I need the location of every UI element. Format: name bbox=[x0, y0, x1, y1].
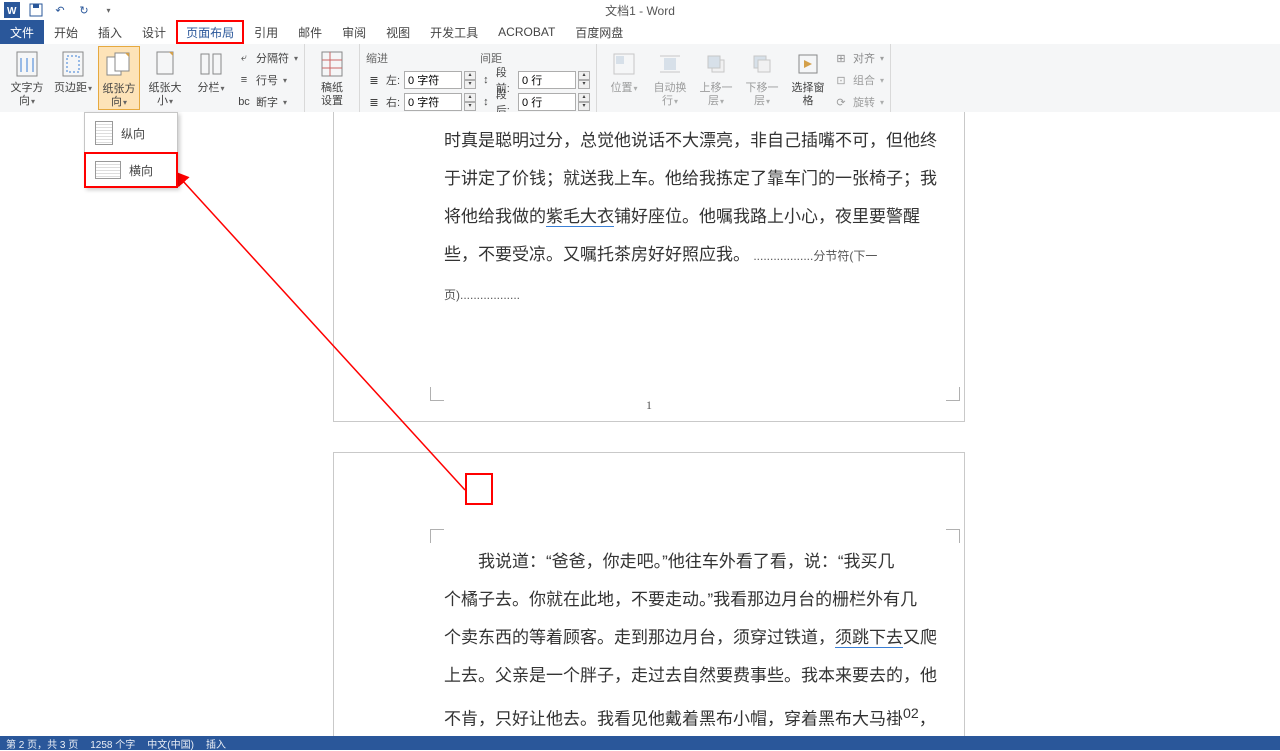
columns-icon bbox=[195, 48, 227, 80]
manuscript-label: 稿纸 设置 bbox=[321, 82, 343, 108]
ribbon-tabs: 文件 开始 插入 设计 页面布局 引用 邮件 审阅 视图 开发工具 ACROBA… bbox=[0, 20, 1280, 44]
svg-text:W: W bbox=[7, 6, 17, 17]
manuscript-button[interactable]: 稿纸 设置 bbox=[311, 46, 353, 108]
indent-header: 缩进 bbox=[366, 48, 476, 68]
group-button[interactable]: ⊡组合 bbox=[833, 70, 884, 90]
align-button[interactable]: ⊞对齐 bbox=[833, 48, 884, 68]
tab-page-layout[interactable]: 页面布局 bbox=[176, 20, 244, 44]
indent-left-icon: ≣ bbox=[366, 72, 382, 88]
save-icon[interactable] bbox=[28, 2, 44, 18]
landscape-icon bbox=[95, 161, 121, 179]
rotate-icon: ⟳ bbox=[833, 94, 849, 110]
selpane-icon bbox=[792, 48, 824, 80]
spin-down[interactable]: ▾ bbox=[578, 80, 590, 89]
tab-home[interactable]: 开始 bbox=[44, 20, 88, 44]
space-before-icon: ↕ bbox=[480, 72, 492, 88]
page-number: 1 bbox=[646, 398, 652, 413]
word-icon: W bbox=[4, 2, 20, 18]
columns-label: 分栏 bbox=[197, 82, 224, 95]
position-button[interactable]: 位置 bbox=[603, 46, 645, 95]
rotate-button[interactable]: ⟳旋转 bbox=[833, 92, 884, 112]
text-direction-label: 文字方向 bbox=[6, 82, 48, 108]
spin-down[interactable]: ▾ bbox=[464, 80, 476, 89]
page2-text[interactable]: 我说道：“爸爸，你走吧。”他往车外看了看，说：“我买几 个橘子去。你就在此地，不… bbox=[444, 543, 952, 736]
orientation-landscape[interactable]: 横向 bbox=[85, 153, 177, 187]
tab-view[interactable]: 视图 bbox=[376, 20, 420, 44]
position-icon bbox=[608, 48, 640, 80]
window-title: 文档1 - Word bbox=[605, 2, 675, 19]
size-button[interactable]: 纸张大小 bbox=[144, 46, 186, 108]
space-after-input[interactable] bbox=[518, 93, 576, 111]
bring-forward-button[interactable]: 上移一层 bbox=[695, 46, 737, 108]
redo-icon[interactable]: ↻ bbox=[76, 2, 92, 18]
tab-file[interactable]: 文件 bbox=[0, 20, 44, 44]
space-after-icon: ↕ bbox=[480, 94, 492, 110]
size-icon bbox=[149, 48, 181, 80]
size-label: 纸张大小 bbox=[144, 82, 186, 108]
manuscript-icon bbox=[316, 48, 348, 80]
status-mode[interactable]: 插入 bbox=[206, 736, 226, 751]
portrait-label: 纵向 bbox=[121, 125, 145, 142]
spin-up[interactable]: ▴ bbox=[464, 71, 476, 80]
indent-left-input[interactable] bbox=[404, 71, 462, 89]
tab-developer[interactable]: 开发工具 bbox=[420, 20, 488, 44]
landscape-label: 横向 bbox=[129, 162, 153, 179]
tab-mailings[interactable]: 邮件 bbox=[288, 20, 332, 44]
hyphenation-button[interactable]: bc断字 bbox=[236, 92, 298, 112]
status-lang[interactable]: 中文(中国) bbox=[147, 736, 194, 751]
tab-design[interactable]: 设计 bbox=[132, 20, 176, 44]
spin-up[interactable]: ▴ bbox=[578, 71, 590, 80]
breaks-button[interactable]: ⤶分隔符 bbox=[236, 48, 298, 68]
columns-button[interactable]: 分栏 bbox=[190, 46, 232, 95]
orientation-button[interactable]: 纸张方向 bbox=[98, 46, 140, 110]
text-direction-button[interactable]: 文字方向 bbox=[6, 46, 48, 108]
status-bar: 第 2 页，共 3 页 1258 个字 中文(中国) 插入 bbox=[0, 736, 1280, 750]
page-2: 我说道：“爸爸，你走吧。”他往车外看了看，说：“我买几 个橘子去。你就在此地，不… bbox=[333, 452, 965, 736]
forward-icon bbox=[700, 48, 732, 80]
document-area[interactable]: 时真是聪明过分，总觉他说话不大漂亮，非自己插嘴不可，但他终 于讲定了价钱；就送我… bbox=[0, 112, 1280, 736]
qat-more-icon[interactable] bbox=[100, 2, 116, 18]
orientation-portrait[interactable]: 纵向 bbox=[85, 113, 177, 153]
selection-pane-button[interactable]: 选择窗格 bbox=[787, 46, 829, 108]
breaks-icon: ⤶ bbox=[236, 50, 252, 66]
undo-icon[interactable]: ↶ bbox=[52, 2, 68, 18]
align-icon: ⊞ bbox=[833, 50, 849, 66]
page1-text[interactable]: 时真是聪明过分，总觉他说话不大漂亮，非自己插嘴不可，但他终 于讲定了价钱；就送我… bbox=[444, 122, 952, 314]
tab-review[interactable]: 审阅 bbox=[332, 20, 376, 44]
margins-icon bbox=[57, 48, 89, 80]
line-numbers-button[interactable]: ≡行号 bbox=[236, 70, 298, 90]
portrait-icon bbox=[95, 121, 113, 145]
hyphen-icon: bc bbox=[236, 94, 252, 110]
status-words[interactable]: 1258 个字 bbox=[90, 736, 135, 751]
status-page[interactable]: 第 2 页，共 3 页 bbox=[6, 736, 78, 751]
orientation-label: 纸张方向 bbox=[99, 83, 139, 109]
linenum-icon: ≡ bbox=[236, 72, 252, 88]
space-before-input[interactable] bbox=[518, 71, 576, 89]
spin-up[interactable]: ▴ bbox=[464, 93, 476, 102]
tab-acrobat[interactable]: ACROBAT bbox=[488, 20, 565, 44]
send-backward-button[interactable]: 下移一层 bbox=[741, 46, 783, 108]
text-direction-icon bbox=[11, 48, 43, 80]
indent-right-input[interactable] bbox=[404, 93, 462, 111]
backward-icon bbox=[746, 48, 778, 80]
annotation-redbox-cursor bbox=[465, 473, 493, 505]
tab-references[interactable]: 引用 bbox=[244, 20, 288, 44]
tab-baidu[interactable]: 百度网盘 bbox=[565, 20, 633, 44]
page-1: 时真是聪明过分，总觉他说话不大漂亮，非自己插嘴不可，但他终 于讲定了价钱；就送我… bbox=[333, 112, 965, 422]
spin-down[interactable]: ▾ bbox=[578, 102, 590, 111]
tab-insert[interactable]: 插入 bbox=[88, 20, 132, 44]
spin-up[interactable]: ▴ bbox=[578, 93, 590, 102]
group-icon: ⊡ bbox=[833, 72, 849, 88]
margins-label: 页边距 bbox=[54, 82, 92, 95]
indent-right-icon: ≣ bbox=[366, 94, 382, 110]
margins-button[interactable]: 页边距 bbox=[52, 46, 94, 95]
wrap-icon bbox=[654, 48, 686, 80]
wrap-button[interactable]: 自动换行 bbox=[649, 46, 691, 108]
orientation-icon bbox=[103, 49, 135, 81]
spin-down[interactable]: ▾ bbox=[464, 102, 476, 111]
orientation-dropdown: 纵向 横向 bbox=[84, 112, 178, 188]
